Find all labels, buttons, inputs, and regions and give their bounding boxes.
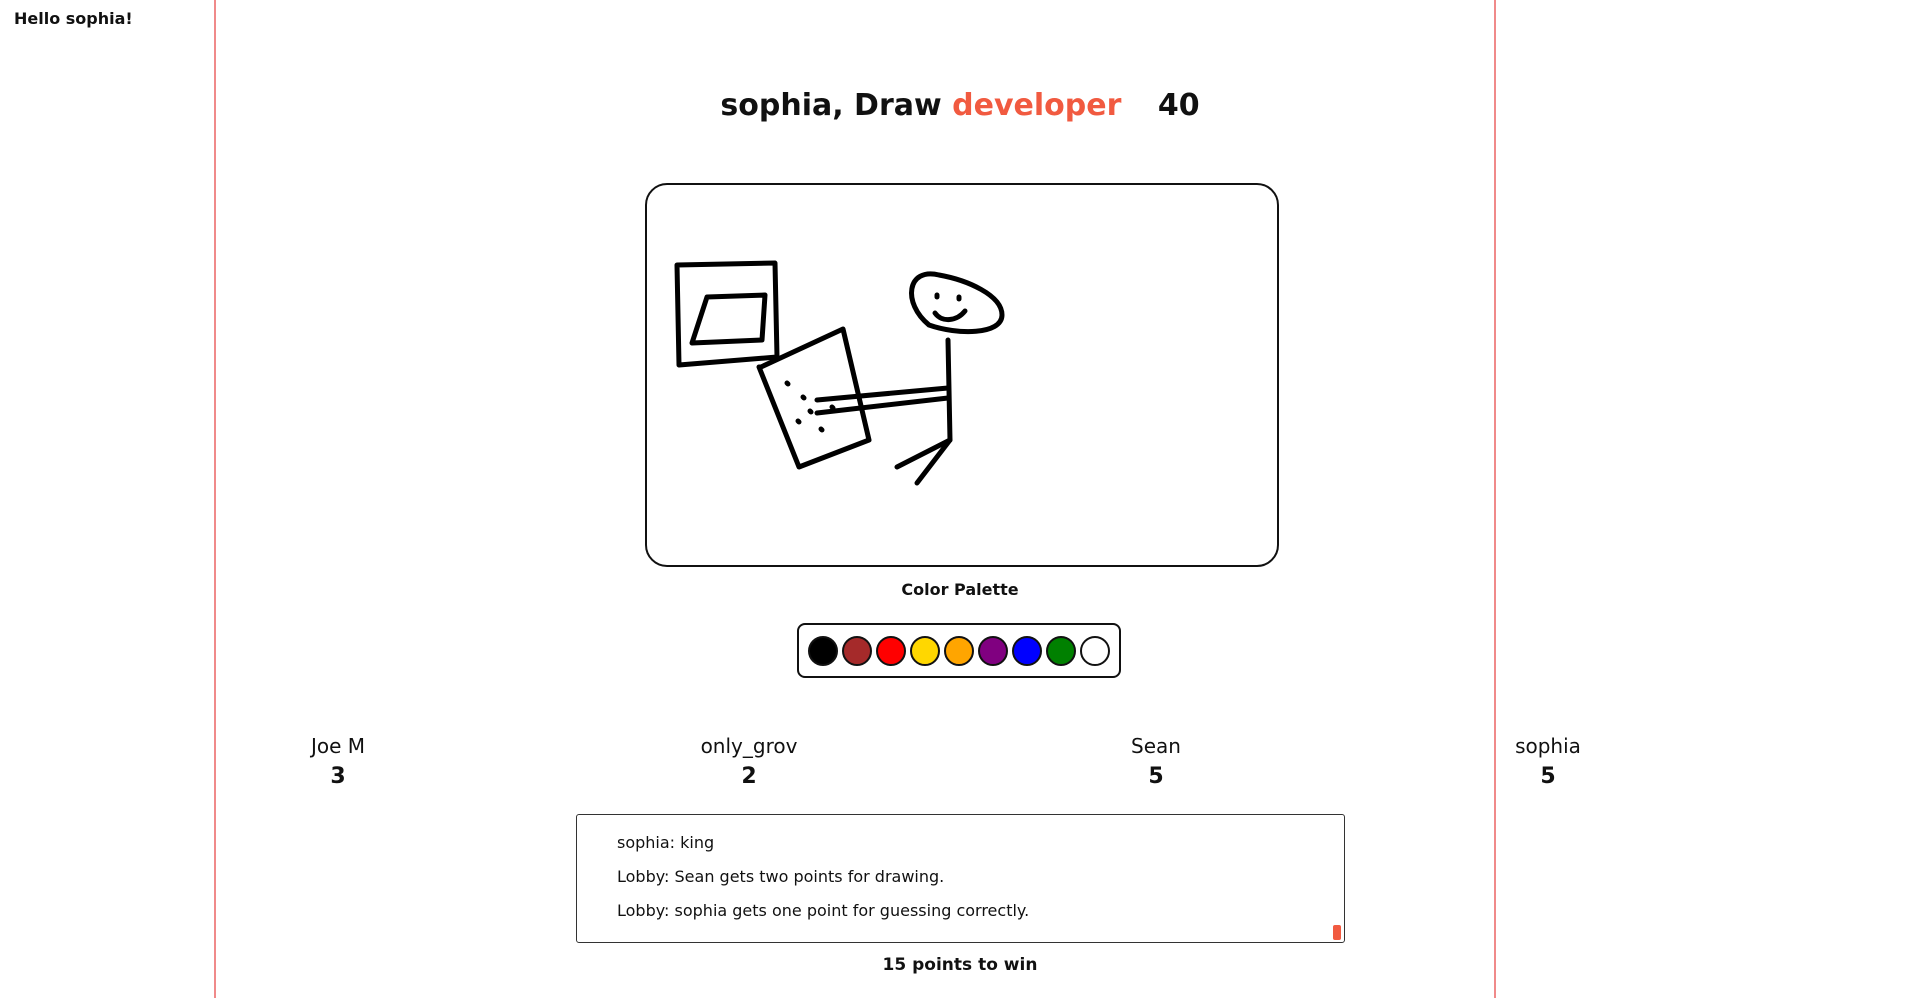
chat-log[interactable]: sophia: king Lobby: Sean gets two points… — [576, 814, 1345, 943]
chat-message: Lobby: Sean gets two points for drawing. — [617, 867, 945, 886]
player-card: only_grov 2 — [649, 734, 849, 789]
swatch-blue[interactable] — [1012, 635, 1042, 666]
player-name: Joe M — [310, 734, 366, 758]
player-name: only_grov — [700, 734, 798, 758]
right-margin-line — [1494, 0, 1496, 998]
left-margin-line — [214, 0, 216, 998]
secret-word: developer — [952, 88, 1122, 123]
color-palette — [797, 623, 1121, 678]
swatch-yellow[interactable] — [910, 635, 940, 666]
paper-top — [0, 0, 1920, 147]
player-score: 5 — [1148, 764, 1164, 789]
player-name: Sean — [1131, 734, 1181, 758]
drawing-canvas[interactable] — [645, 183, 1279, 567]
player-card: Sean 5 — [1056, 734, 1256, 789]
player-card: sophia 5 — [1448, 734, 1648, 789]
swatch-purple[interactable] — [978, 635, 1008, 666]
palette-label: Color Palette — [901, 580, 1019, 599]
chat-message: sophia: king — [617, 833, 715, 852]
greeting-text: Hello sophia! — [14, 9, 133, 28]
player-card: Joe M 3 — [238, 734, 438, 789]
player-score: 2 — [741, 764, 757, 789]
swatch-black[interactable] — [808, 635, 838, 666]
player-score: 5 — [1540, 764, 1556, 789]
swatch-orange[interactable] — [944, 635, 974, 666]
canvas-sketch — [674, 260, 1005, 486]
player-score: 3 — [330, 764, 346, 789]
swatch-green[interactable] — [1046, 635, 1076, 666]
swatch-red[interactable] — [876, 635, 906, 666]
chat-scrollbar[interactable] — [1333, 925, 1341, 940]
countdown-timer: 40 — [1157, 88, 1200, 123]
draw-prompt: sophia, Draw developer 40 — [0, 88, 1920, 123]
win-condition: 15 points to win — [882, 955, 1038, 975]
chat-message: Lobby: sophia gets one point for guessin… — [617, 901, 1030, 920]
prompt-prefix: sophia, Draw — [720, 88, 942, 123]
swatch-white[interactable] — [1080, 635, 1110, 666]
player-name: sophia — [1515, 734, 1581, 758]
swatch-brown[interactable] — [842, 635, 872, 666]
